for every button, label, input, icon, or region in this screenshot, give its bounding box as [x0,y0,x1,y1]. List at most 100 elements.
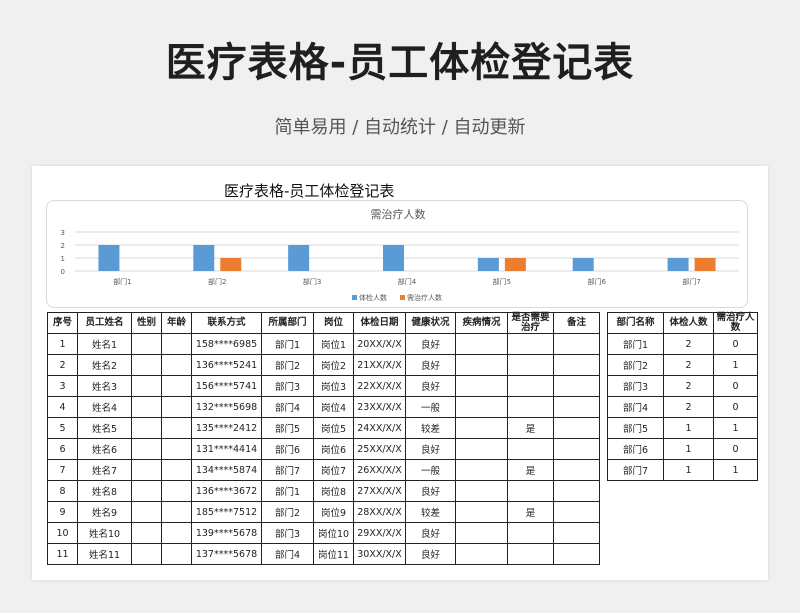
table-cell[interactable] [455,333,508,355]
table-cell[interactable]: 姓名10 [77,522,132,544]
table-cell[interactable]: 是 [507,501,554,523]
table-cell[interactable] [507,396,554,418]
table-cell[interactable]: 是 [507,459,554,481]
table-cell[interactable]: 部门2 [607,354,664,376]
table-cell[interactable]: 131****4414 [191,438,262,460]
table-cell[interactable] [161,543,192,565]
table-cell[interactable] [455,354,508,376]
table-cell[interactable] [553,375,600,397]
table-cell[interactable] [161,417,192,439]
table-cell[interactable]: 姓名5 [77,417,132,439]
table-cell[interactable]: 岗位10 [313,522,354,544]
table-cell[interactable]: 岗位11 [313,543,354,565]
table-cell[interactable]: 0 [713,438,758,460]
table-cell[interactable]: 部门4 [261,543,314,565]
table-cell[interactable]: 0 [713,333,758,355]
table-cell[interactable] [131,375,162,397]
table-cell[interactable]: 姓名2 [77,354,132,376]
table-cell[interactable] [455,375,508,397]
table-cell[interactable]: 1 [663,417,714,439]
table-cell[interactable]: 136****5241 [191,354,262,376]
table-cell[interactable]: 29XX/X/X [353,522,406,544]
table-cell[interactable]: 4 [47,396,78,418]
table-cell[interactable] [455,459,508,481]
table-cell[interactable]: 良好 [405,480,456,502]
table-cell[interactable] [131,354,162,376]
table-cell[interactable]: 部门1 [261,480,314,502]
table-cell[interactable] [161,354,192,376]
table-cell[interactable] [553,333,600,355]
table-cell[interactable]: 132****5698 [191,396,262,418]
table-cell[interactable]: 1 [713,459,758,481]
table-cell[interactable] [455,480,508,502]
table-cell[interactable]: 0 [713,396,758,418]
table-cell[interactable]: 较差 [405,501,456,523]
table-cell[interactable]: 岗位8 [313,480,354,502]
table-cell[interactable]: 8 [47,480,78,502]
table-cell[interactable]: 姓名6 [77,438,132,460]
table-cell[interactable]: 135****2412 [191,417,262,439]
table-cell[interactable]: 2 [663,333,714,355]
table-cell[interactable] [131,522,162,544]
table-cell[interactable] [455,417,508,439]
table-cell[interactable]: 岗位9 [313,501,354,523]
table-cell[interactable]: 1 [663,459,714,481]
table-cell[interactable]: 24XX/X/X [353,417,406,439]
table-cell[interactable] [507,522,554,544]
table-cell[interactable] [161,522,192,544]
table-cell[interactable]: 岗位7 [313,459,354,481]
table-cell[interactable]: 部门4 [607,396,664,418]
table-cell[interactable] [507,375,554,397]
table-cell[interactable]: 良好 [405,543,456,565]
table-cell[interactable]: 良好 [405,375,456,397]
table-cell[interactable]: 7 [47,459,78,481]
table-cell[interactable]: 11 [47,543,78,565]
table-cell[interactable]: 良好 [405,522,456,544]
table-cell[interactable]: 185****7512 [191,501,262,523]
table-cell[interactable]: 岗位2 [313,354,354,376]
table-cell[interactable]: 部门6 [607,438,664,460]
table-cell[interactable]: 134****5874 [191,459,262,481]
table-cell[interactable]: 139****5678 [191,522,262,544]
table-cell[interactable] [131,543,162,565]
table-cell[interactable]: 22XX/X/X [353,375,406,397]
table-cell[interactable]: 部门1 [607,333,664,355]
table-cell[interactable]: 良好 [405,354,456,376]
table-cell[interactable]: 1 [663,438,714,460]
table-cell[interactable] [507,480,554,502]
table-cell[interactable] [455,438,508,460]
table-cell[interactable]: 25XX/X/X [353,438,406,460]
table-cell[interactable]: 部门2 [261,354,314,376]
table-cell[interactable] [161,501,192,523]
table-cell[interactable] [131,438,162,460]
table-cell[interactable]: 部门5 [261,417,314,439]
table-cell[interactable]: 部门7 [607,459,664,481]
table-cell[interactable] [507,543,554,565]
table-cell[interactable]: 28XX/X/X [353,501,406,523]
table-cell[interactable]: 一般 [405,459,456,481]
table-cell[interactable]: 156****5741 [191,375,262,397]
table-cell[interactable]: 137****5678 [191,543,262,565]
table-cell[interactable] [455,522,508,544]
table-cell[interactable]: 部门4 [261,396,314,418]
table-cell[interactable] [553,522,600,544]
table-cell[interactable] [161,459,192,481]
table-cell[interactable] [455,543,508,565]
table-cell[interactable]: 姓名11 [77,543,132,565]
table-cell[interactable] [553,480,600,502]
table-cell[interactable]: 136****3672 [191,480,262,502]
table-cell[interactable]: 1 [47,333,78,355]
table-cell[interactable]: 姓名9 [77,501,132,523]
table-cell[interactable] [131,396,162,418]
table-cell[interactable]: 10 [47,522,78,544]
table-cell[interactable] [507,438,554,460]
table-cell[interactable] [455,501,508,523]
table-cell[interactable]: 岗位5 [313,417,354,439]
table-cell[interactable] [507,354,554,376]
table-cell[interactable]: 5 [47,417,78,439]
table-cell[interactable]: 0 [713,375,758,397]
table-cell[interactable] [161,480,192,502]
table-cell[interactable]: 30XX/X/X [353,543,406,565]
table-cell[interactable]: 部门6 [261,438,314,460]
table-cell[interactable]: 姓名8 [77,480,132,502]
